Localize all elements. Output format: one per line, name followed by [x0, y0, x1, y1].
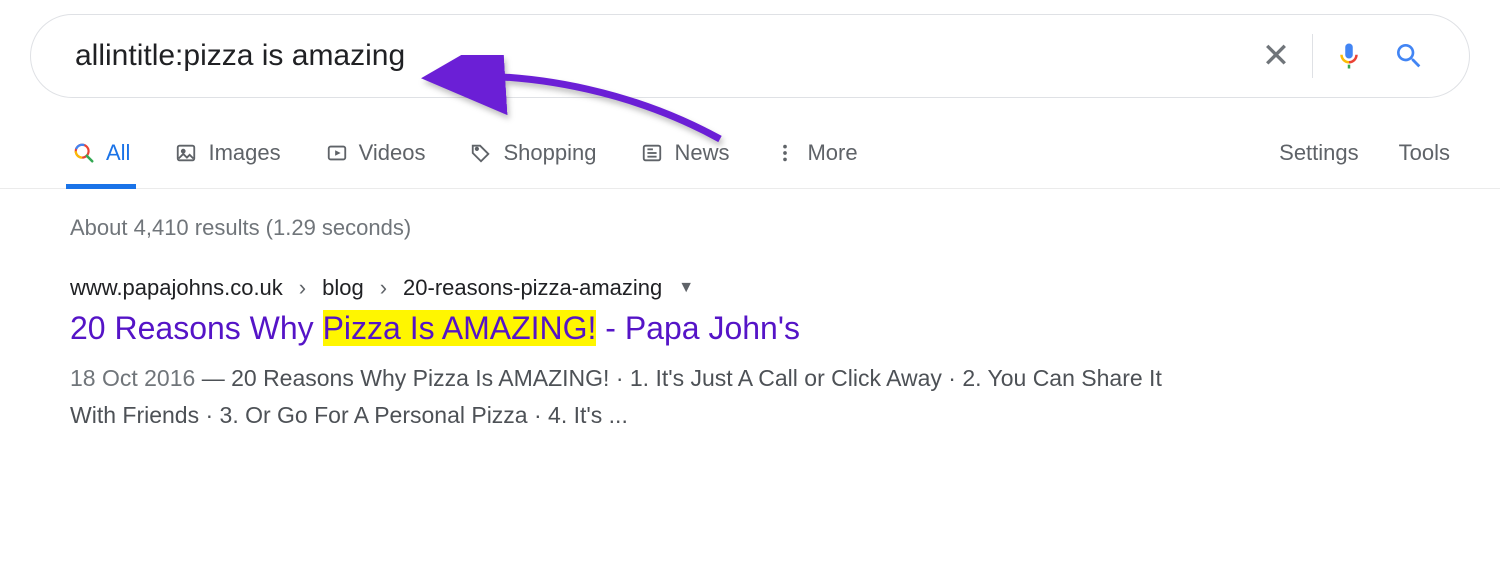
more-icon: [773, 141, 797, 165]
all-icon: [72, 141, 96, 165]
search-button[interactable]: [1379, 36, 1439, 76]
result-date: 18 Oct 2016: [70, 365, 195, 391]
shopping-icon: [469, 141, 493, 165]
chevron-down-icon[interactable]: ▼: [678, 279, 694, 297]
result-url[interactable]: www.papajohns.co.uk › blog › 20-reasons-…: [70, 275, 1470, 301]
breadcrumb-separator: ›: [299, 275, 306, 301]
tab-images[interactable]: Images: [172, 126, 282, 188]
breadcrumb-separator: ›: [380, 275, 387, 301]
tab-label: Shopping: [503, 140, 596, 166]
result-host: www.papajohns.co.uk: [70, 275, 283, 301]
search-icon: [1393, 40, 1425, 72]
tab-shopping[interactable]: Shopping: [467, 126, 598, 188]
result-title[interactable]: 20 Reasons Why Pizza Is AMAZING! - Papa …: [70, 307, 1470, 350]
title-part: - Papa John's: [596, 310, 800, 346]
tools-link[interactable]: Tools: [1399, 140, 1450, 166]
settings-link[interactable]: Settings: [1279, 140, 1359, 166]
tab-all[interactable]: All: [70, 126, 132, 188]
result-crumb: 20-reasons-pizza-amazing: [403, 275, 662, 301]
search-input[interactable]: [75, 39, 1246, 73]
tab-news[interactable]: News: [638, 126, 731, 188]
title-part: 20 Reasons Why: [70, 310, 323, 346]
result-stats: About 4,410 results (1.29 seconds): [70, 215, 1470, 241]
tab-label: Images: [208, 140, 280, 166]
microphone-icon: [1334, 41, 1364, 71]
search-bar[interactable]: ✕: [30, 14, 1470, 98]
tab-label: Videos: [359, 140, 426, 166]
videos-icon: [325, 141, 349, 165]
search-result: www.papajohns.co.uk › blog › 20-reasons-…: [70, 275, 1470, 434]
images-icon: [174, 141, 198, 165]
clear-button[interactable]: ✕: [1246, 36, 1306, 76]
separator: [1312, 34, 1313, 78]
tab-label: More: [807, 140, 857, 166]
tab-label: All: [106, 140, 130, 166]
close-icon: ✕: [1262, 39, 1291, 73]
tab-videos[interactable]: Videos: [323, 126, 428, 188]
tab-more[interactable]: More: [771, 126, 859, 188]
snippet-text: — 20 Reasons Why Pizza Is AMAZING! · 1. …: [70, 365, 1162, 428]
tab-label: News: [674, 140, 729, 166]
news-icon: [640, 141, 664, 165]
search-tabs: All Images Videos: [0, 126, 1500, 189]
result-crumb: blog: [322, 275, 364, 301]
title-highlight: Pizza Is AMAZING!: [323, 310, 597, 346]
result-snippet: 18 Oct 2016 — 20 Reasons Why Pizza Is AM…: [70, 360, 1170, 434]
voice-search-button[interactable]: [1319, 36, 1379, 76]
